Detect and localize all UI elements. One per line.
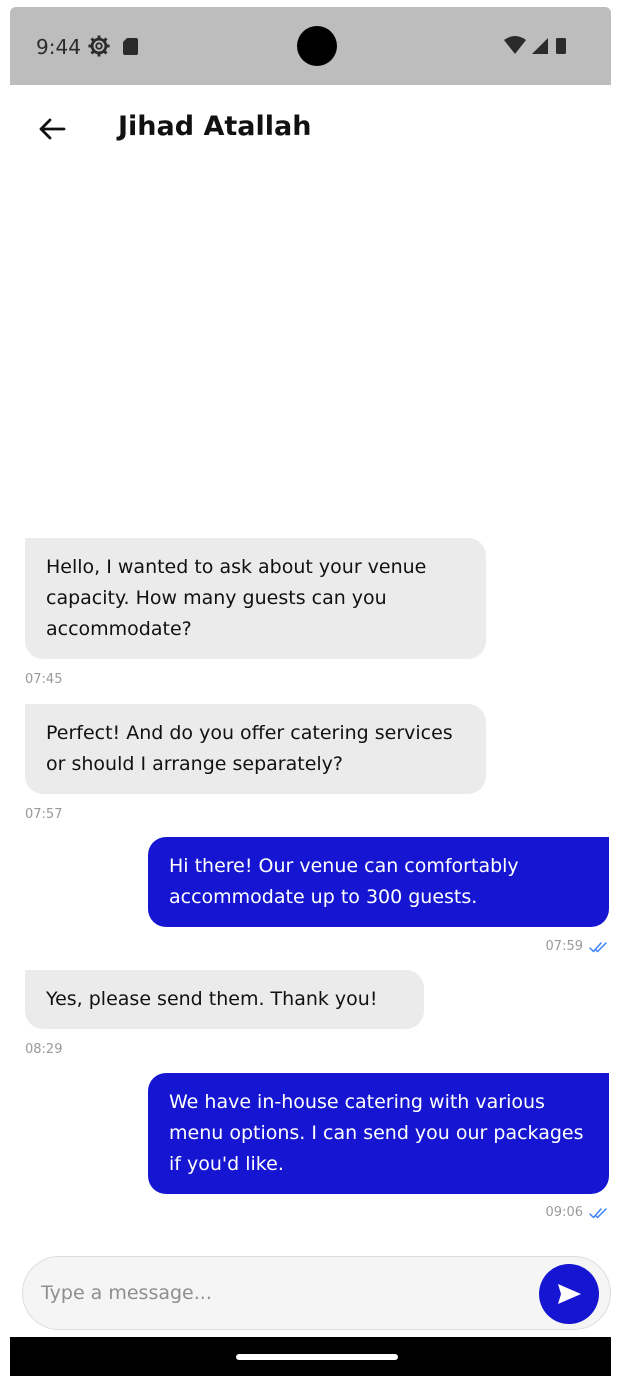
message-bubble-incoming[interactable]: Hello, I wanted to ask about your venue … bbox=[25, 538, 486, 659]
contact-name: Jihad Atallah bbox=[118, 111, 312, 142]
message-text: Hello, I wanted to ask about your venue … bbox=[46, 556, 427, 640]
message-text: We have in-house catering with various m… bbox=[169, 1091, 584, 1175]
back-button[interactable] bbox=[32, 109, 72, 149]
wifi-icon bbox=[504, 36, 526, 54]
gear-icon bbox=[88, 35, 110, 57]
message-time: 08:29 bbox=[25, 1042, 63, 1057]
message-input[interactable] bbox=[41, 1275, 511, 1311]
message-composer bbox=[22, 1256, 611, 1330]
message-text: Perfect! And do you offer catering servi… bbox=[46, 722, 453, 775]
message-time: 07:57 bbox=[25, 807, 63, 822]
camera-cutout bbox=[297, 26, 337, 66]
double-check-icon bbox=[589, 941, 607, 952]
phone-screen: 9:44 Jihad Atallah Hello, I wanted to as… bbox=[10, 7, 611, 1376]
arrow-left-icon bbox=[39, 118, 66, 140]
navigation-bar bbox=[10, 1337, 611, 1376]
message-time: 09:06 bbox=[545, 1205, 583, 1220]
message-bubble-incoming[interactable]: Yes, please send them. Thank you! bbox=[25, 970, 424, 1029]
battery-icon bbox=[556, 38, 566, 54]
send-icon bbox=[558, 1284, 581, 1304]
message-meta: 07:59 bbox=[546, 939, 609, 954]
message-text: Yes, please send them. Thank you! bbox=[46, 988, 378, 1010]
message-time: 07:45 bbox=[25, 672, 63, 687]
status-time: 9:44 bbox=[36, 35, 81, 59]
system-indicators bbox=[504, 36, 566, 54]
message-bubble-outgoing[interactable]: Hi there! Our venue can comfortably acco… bbox=[148, 837, 609, 927]
message-time: 07:59 bbox=[545, 939, 583, 954]
double-check-icon bbox=[589, 1207, 607, 1218]
message-meta: 09:06 bbox=[546, 1205, 609, 1220]
home-indicator[interactable] bbox=[236, 1354, 398, 1360]
message-bubble-outgoing[interactable]: We have in-house catering with various m… bbox=[148, 1073, 609, 1194]
status-bar: 9:44 bbox=[10, 7, 611, 85]
send-button[interactable] bbox=[539, 1264, 599, 1324]
message-bubble-incoming[interactable]: Perfect! And do you offer catering servi… bbox=[25, 704, 486, 794]
chat-header: Jihad Atallah bbox=[10, 85, 611, 171]
message-text: Hi there! Our venue can comfortably acco… bbox=[169, 855, 519, 908]
sd-card-icon bbox=[123, 38, 138, 55]
signal-icon bbox=[532, 38, 548, 54]
